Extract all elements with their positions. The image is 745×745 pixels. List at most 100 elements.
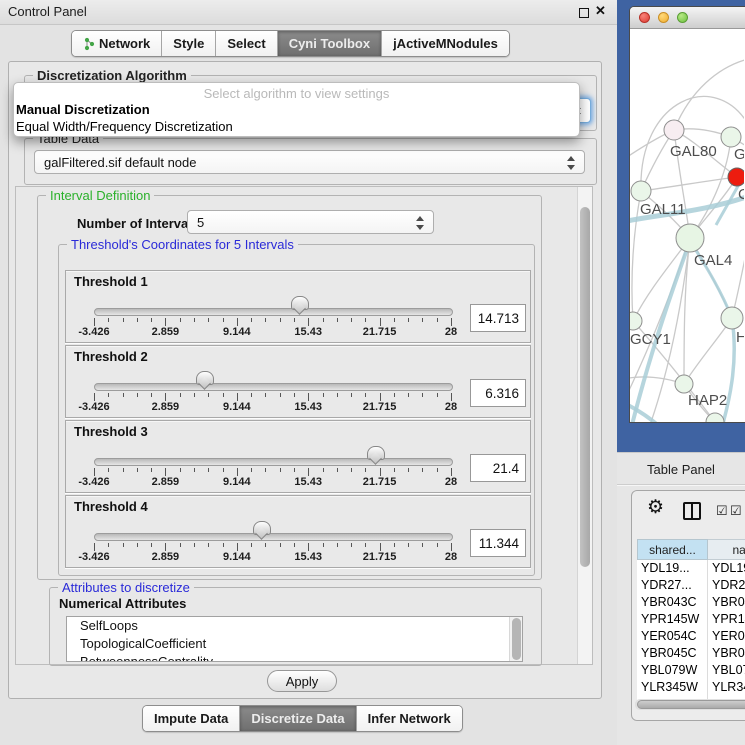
tab-cyni-toolbox[interactable]: Cyni Toolbox (278, 31, 382, 56)
cell-name[interactable]: YPR145W (708, 611, 745, 628)
node-label: GAL80 (670, 143, 717, 160)
column-header-name[interactable]: name (708, 539, 745, 560)
apply-button[interactable]: Apply (267, 670, 337, 692)
select-all-check-icon[interactable]: ☑ (716, 503, 728, 519)
network-node-gal80[interactable] (664, 120, 684, 140)
tab-select[interactable]: Select (216, 31, 277, 56)
settings-scrollbar[interactable] (577, 187, 592, 664)
node-label: HAP2 (688, 392, 727, 409)
network-window-titlebar (630, 7, 745, 29)
network-node-gcy1[interactable] (630, 312, 642, 330)
threshold-panel-4: Threshold 4-3.4262.8599.14415.4321.71528… (65, 495, 531, 568)
slider-thumb[interactable] (291, 296, 309, 310)
cell-name[interactable]: YDR27... (708, 577, 745, 594)
scrollbar-thumb[interactable] (580, 207, 590, 567)
network-icon (83, 37, 95, 51)
tick-label: -3.426 (78, 326, 109, 338)
network-node-hap2[interactable] (675, 375, 693, 393)
bottom-tab-infer-network[interactable]: Infer Network (357, 706, 462, 731)
algorithm-option-equal-width[interactable]: Equal Width/Frequency Discretization (16, 119, 571, 134)
tab-label: Style (173, 36, 204, 51)
close-traffic-light-icon[interactable] (639, 12, 650, 23)
table-horizontal-scrollbar[interactable] (635, 699, 745, 710)
network-canvas[interactable]: GAL80GACGAL11GAL4GCY1HHAP2 (630, 29, 744, 423)
combo-arrows-icon (416, 215, 425, 231)
slider-thumb[interactable] (367, 446, 385, 460)
cell-name[interactable]: YBR043C (708, 594, 745, 611)
tick-label: 15.43 (294, 401, 322, 413)
float-window-icon[interactable] (579, 8, 589, 18)
table-row[interactable]: YBR045CYBR045C (637, 645, 745, 662)
slider-track[interactable] (94, 308, 453, 316)
algorithm-option-manual[interactable]: Manual Discretization (16, 102, 571, 117)
slider-track[interactable] (94, 383, 453, 391)
slider-track[interactable] (94, 533, 453, 541)
slider-thumb[interactable] (253, 521, 271, 535)
cell-shared-name[interactable]: YER054C (637, 628, 708, 645)
bottom-tab-discretize-data[interactable]: Discretize Data (240, 706, 356, 731)
tab-jactivemnodules[interactable]: jActiveMNodules (382, 31, 509, 56)
bottom-tab-impute-data[interactable]: Impute Data (143, 706, 240, 731)
cell-name[interactable]: YER054C (708, 628, 745, 645)
threshold-value-field[interactable]: 21.4 (470, 454, 526, 482)
table-row[interactable]: YBL079WYBL079W (637, 662, 745, 679)
slider-tick-labels: -3.4262.8599.14415.4321.71528 (94, 476, 452, 488)
column-header-shared-name[interactable]: shared... (637, 539, 708, 560)
table-row[interactable]: YDR27...YDR27... (637, 577, 745, 594)
select-column-check-icon[interactable]: ☑ (730, 503, 742, 519)
threshold-value-field[interactable]: 11.344 (470, 529, 526, 557)
node-label: GA (734, 146, 744, 163)
zoom-traffic-light-icon[interactable] (677, 12, 688, 23)
network-node-h[interactable] (721, 307, 743, 329)
group-title: Attributes to discretize (58, 580, 194, 595)
gear-icon[interactable]: ⚙ (647, 497, 664, 519)
cell-shared-name[interactable]: YPR145W (637, 611, 708, 628)
threshold-value-field[interactable]: 6.316 (470, 379, 526, 407)
network-node-gal4[interactable] (676, 224, 704, 252)
cell-name[interactable]: YBR045C (708, 645, 745, 662)
attributes-group: Attributes to discretize Numerical Attri… (49, 587, 542, 666)
cell-name[interactable]: YBL079W (708, 662, 745, 679)
cell-shared-name[interactable]: YLR345W (637, 679, 708, 696)
cell-shared-name[interactable]: YBR043C (637, 594, 708, 611)
network-view-window: GAL80GACGAL11GAL4GCY1HHAP2 (629, 6, 745, 423)
tab-label: Impute Data (154, 711, 228, 726)
tab-label: Network (99, 36, 150, 51)
table-row[interactable]: YDL19...YDL19... (637, 560, 745, 577)
scrollbar-thumb[interactable] (637, 700, 745, 709)
table-data-combobox[interactable]: galFiltered.sif default node (34, 150, 585, 174)
table-row[interactable]: YLR345WYLR345W (637, 679, 745, 696)
column-layout-icon[interactable] (683, 502, 701, 520)
attribute-item[interactable]: SelfLoops (67, 617, 522, 635)
tab-network[interactable]: Network (72, 31, 162, 56)
network-node-gal11[interactable] (631, 181, 651, 201)
attribute-item[interactable]: TopologicalCoefficient (67, 635, 522, 653)
table-row[interactable]: YPR145WYPR145W (637, 611, 745, 628)
panel-title: Control Panel (8, 4, 87, 19)
scrollbar-thumb[interactable] (512, 618, 521, 660)
network-edge (633, 238, 690, 321)
slider-track[interactable] (94, 458, 453, 466)
table-row[interactable]: YBR043CYBR043C (637, 594, 745, 611)
close-icon[interactable]: ✕ (595, 3, 606, 19)
minimize-traffic-light-icon[interactable] (658, 12, 669, 23)
interval-definition-group: Interval Definition Number of Intervals … (37, 195, 542, 580)
tab-label: Cyni Toolbox (289, 36, 370, 51)
tick-label: 21.715 (363, 551, 397, 563)
threshold-value-field[interactable]: 14.713 (470, 304, 526, 332)
cell-shared-name[interactable]: YDR27... (637, 577, 708, 594)
num-intervals-combobox[interactable]: 5 (187, 210, 434, 234)
network-node-ga[interactable] (721, 127, 741, 147)
table-row[interactable]: YER054CYER054C (637, 628, 745, 645)
cell-shared-name[interactable]: YBL079W (637, 662, 708, 679)
cell-name[interactable]: YLR345W (708, 679, 745, 696)
cell-shared-name[interactable]: YDL19... (637, 560, 708, 577)
network-node-c[interactable] (728, 168, 744, 186)
attributes-scrollbar[interactable] (509, 617, 522, 661)
slider-thumb[interactable] (196, 371, 214, 385)
tab-style[interactable]: Style (162, 31, 216, 56)
cell-shared-name[interactable]: YBR045C (637, 645, 708, 662)
attribute-item[interactable]: BetweennessCentrality (67, 653, 522, 662)
table-data-group: Table Data galFiltered.sif default node (24, 138, 597, 185)
cell-name[interactable]: YDL19... (708, 560, 745, 577)
